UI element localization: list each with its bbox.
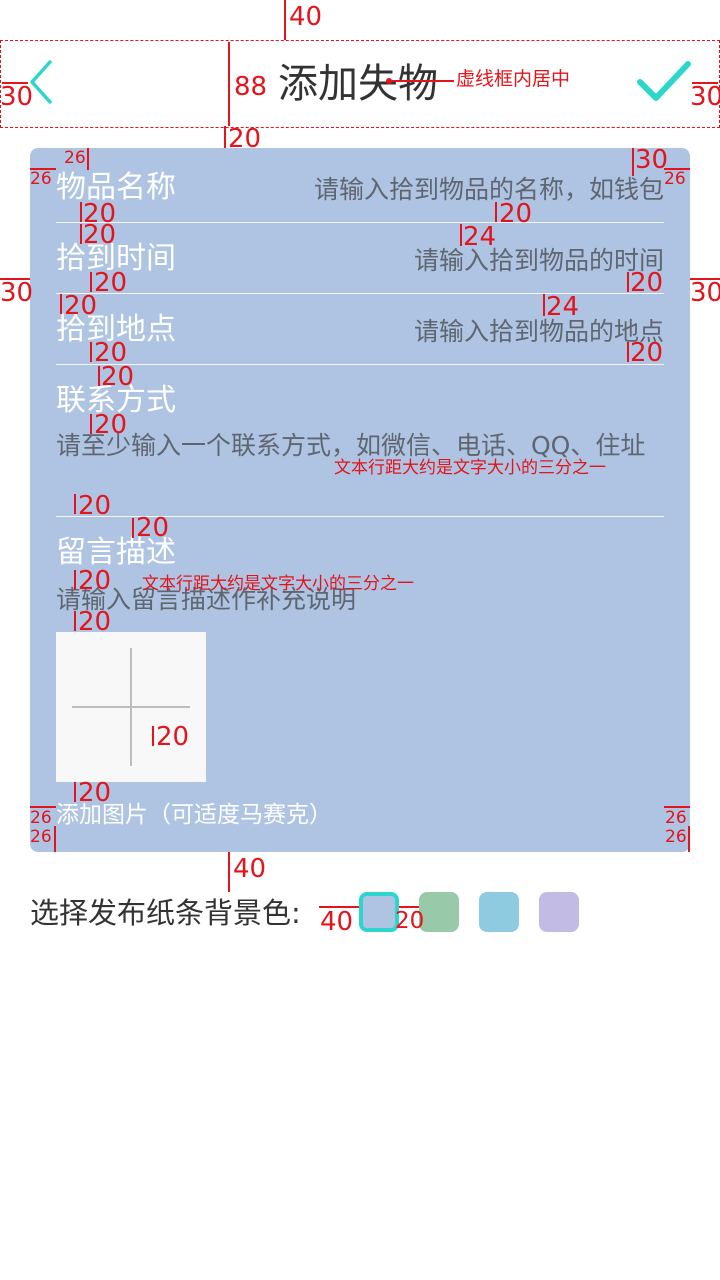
dimension-line (90, 414, 92, 434)
dimension-line (74, 782, 76, 802)
dimension-label: 40 (233, 854, 267, 884)
leader-line (392, 80, 454, 82)
dimension-label: 24 (546, 292, 580, 322)
dimension-line (228, 852, 230, 892)
dimension-label: 20 (78, 566, 112, 596)
plus-icon (72, 648, 190, 766)
dimension-line (152, 726, 154, 746)
dimension-line (284, 0, 286, 40)
dimension-label: 20 (83, 220, 117, 250)
confirm-button[interactable] (634, 56, 694, 108)
dimension-label: 40 (320, 907, 354, 937)
dimension-line (80, 202, 82, 222)
annotation-note: 虚线框内居中 (456, 68, 571, 90)
dimension-line (54, 826, 56, 852)
dimension-label: 20 (78, 607, 112, 637)
color-swatch-blue[interactable] (359, 892, 399, 932)
dimension-label: 26 (30, 169, 52, 189)
dimension-label: 20 (136, 513, 170, 543)
dimension-line (627, 342, 629, 362)
dimension-line (224, 126, 226, 148)
dimension-label: 20 (630, 338, 664, 368)
dimension-line (74, 570, 76, 590)
dimension-line (90, 272, 92, 292)
dimension-label: 20 (228, 124, 262, 154)
item-name-input[interactable]: 请输入拾到物品的名称，如钱包 (314, 170, 664, 210)
dimension-label: 26 (30, 808, 52, 828)
dimension-line (627, 272, 629, 292)
dimension-line (228, 42, 230, 126)
dimension-line (74, 611, 76, 631)
dimension-label: 30 (690, 278, 720, 308)
dimension-line (74, 494, 76, 514)
divider (56, 222, 664, 223)
dimension-line (87, 148, 89, 170)
divider (56, 364, 664, 365)
dimension-label: 26 (665, 827, 687, 847)
dimension-label: 20 (101, 362, 135, 392)
dimension-line (60, 294, 62, 314)
color-swatch-purple[interactable] (539, 892, 579, 932)
dimension-label: 26 (30, 827, 52, 847)
dimension-label: 20 (78, 778, 112, 808)
dimension-label: 20 (630, 268, 664, 298)
page-title: 添加失物 (278, 61, 438, 107)
dimension-line (688, 826, 690, 852)
dimension-label: 30 (0, 82, 34, 112)
dimension-label: 20 (64, 291, 98, 321)
dimension-line (98, 366, 100, 386)
dimension-label: 88 (234, 72, 268, 102)
checkmark-icon (637, 61, 691, 101)
dimension-label: 26 (665, 808, 687, 828)
dimension-label: 26 (64, 148, 86, 168)
color-select-label: 选择发布纸条背景色: (30, 896, 301, 930)
dimension-label: 30 (690, 82, 720, 112)
annotation-note: 文本行距大约是文字大小的三分之一 (334, 458, 606, 478)
dimension-label: 20 (94, 410, 128, 440)
dimension-label: 20 (499, 199, 533, 229)
dimension-line (132, 518, 134, 538)
dimension-line (495, 202, 497, 222)
color-swatch-cyan[interactable] (479, 892, 519, 932)
dimension-label: 30 (0, 278, 34, 308)
dimension-line (632, 148, 634, 176)
dimension-label: 26 (664, 169, 686, 189)
dimension-label: 20 (156, 722, 190, 752)
annotation-note: 文本行距大约是文字大小的三分之一 (142, 574, 414, 594)
add-image-button[interactable] (56, 632, 206, 782)
color-swatch-green[interactable] (419, 892, 459, 932)
dimension-label: 20 (94, 268, 128, 298)
dimension-label: 20 (395, 908, 425, 934)
dimension-line (80, 224, 82, 244)
dimension-line (90, 342, 92, 362)
dimension-line (460, 224, 462, 246)
dimension-label: 20 (78, 491, 112, 521)
dimension-line (543, 294, 545, 316)
dimension-label: 24 (463, 222, 497, 252)
dimension-label: 40 (289, 2, 323, 32)
